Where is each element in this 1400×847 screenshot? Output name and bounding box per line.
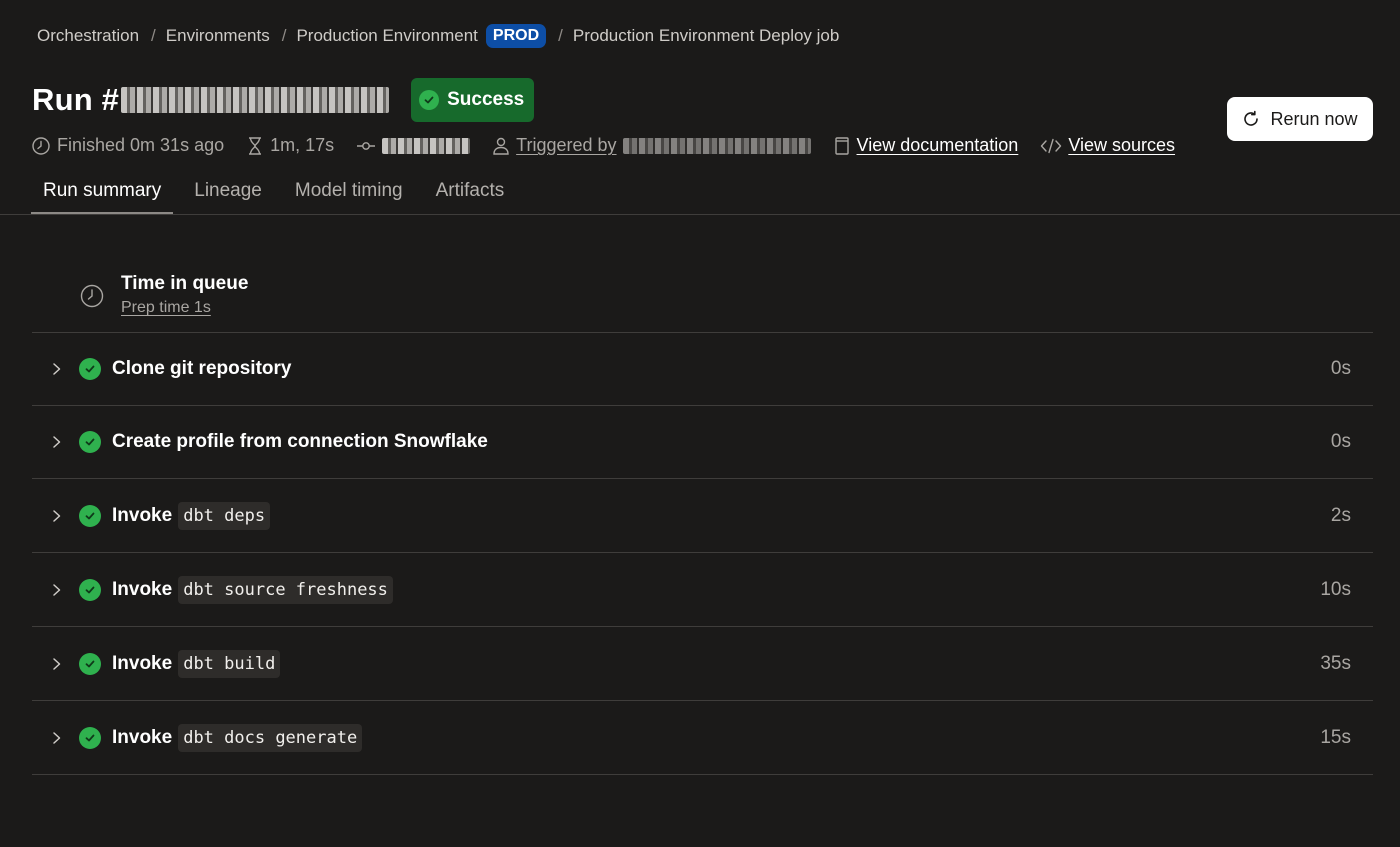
success-icon-wrap (79, 504, 101, 527)
step-command: dbt source freshness (178, 575, 393, 604)
step-label: Invoke dbt docs generate (112, 723, 363, 752)
breadcrumb-separator: / (281, 26, 287, 45)
success-icon-wrap (79, 431, 101, 453)
commit-sha-redacted (382, 137, 471, 154)
queue-text: Time in queue Prep time 1s (121, 273, 248, 317)
trigger-user-redacted (622, 137, 811, 154)
chevron-right-icon[interactable] (51, 657, 63, 671)
check-circle-icon (79, 652, 101, 675)
time-in-queue: Time in queue Prep time 1s (80, 273, 248, 317)
success-icon-wrap (79, 652, 101, 675)
status-badge: Success (411, 78, 535, 122)
step-duration: 2s (1330, 504, 1351, 526)
finished-text: Finished 0m 31s ago (57, 135, 225, 155)
run-steps: Clone git repository 0s Create profile f… (32, 332, 1373, 775)
queue-title: Time in queue (121, 273, 249, 294)
commit-meta (356, 136, 471, 156)
step-row[interactable]: Invoke dbt build 35s (32, 627, 1373, 701)
step-text: Clone git repository (112, 358, 292, 379)
refresh-icon (1244, 110, 1259, 126)
success-icon-wrap (79, 726, 101, 749)
chevron-right-icon[interactable] (51, 362, 63, 376)
check-circle-icon (419, 90, 440, 110)
step-duration: 0s (1330, 358, 1351, 379)
title-row: Run # Success (32, 78, 535, 122)
triggered-meta: Triggered by (492, 135, 811, 156)
step-text: Invoke (112, 578, 173, 600)
docs-meta: View documentation (833, 135, 1019, 156)
rerun-now-button[interactable]: Rerun now (1227, 97, 1373, 141)
tab-model-timing[interactable]: Model timing (283, 180, 415, 214)
duration-meta: 1m, 17s (246, 135, 334, 156)
step-text: Invoke (112, 504, 173, 526)
step-label: Clone git repository (112, 358, 291, 380)
step-row[interactable]: Invoke dbt deps 2s (32, 479, 1373, 553)
chevron-right-icon[interactable] (51, 509, 63, 523)
step-duration: 35s (1320, 652, 1351, 674)
breadcrumb-current-job[interactable]: Production Environment Deploy job (573, 26, 839, 46)
chevron-right-icon[interactable] (51, 435, 63, 449)
page-title: Run # (32, 82, 390, 118)
sources-meta: View sources (1040, 135, 1175, 156)
chevron-right-icon[interactable] (51, 583, 63, 597)
success-icon-wrap (79, 578, 101, 601)
status-label: Success (447, 89, 525, 110)
clock-icon (80, 284, 104, 308)
step-label: Invoke dbt deps (112, 501, 271, 530)
run-title-prefix: Run # (32, 82, 120, 117)
git-commit-icon (357, 141, 376, 150)
triggered-by-text[interactable]: Triggered by (516, 135, 616, 156)
check-circle-icon (79, 431, 101, 453)
step-label: Create profile from connection Snowflake (112, 431, 488, 453)
view-documentation-link[interactable]: View documentation (857, 135, 1019, 156)
step-row[interactable]: Invoke dbt docs generate 15s (32, 701, 1373, 775)
finished-meta: Finished 0m 31s ago (31, 135, 224, 156)
step-label: Invoke dbt build (112, 649, 281, 678)
step-command: dbt docs generate (178, 723, 363, 752)
breadcrumb-orchestration[interactable]: Orchestration (37, 26, 139, 46)
step-command: dbt deps (178, 501, 271, 530)
tab-lineage[interactable]: Lineage (182, 180, 274, 214)
breadcrumb-production-environment[interactable]: Production Environment (296, 26, 477, 46)
step-text: Invoke (112, 652, 173, 674)
check-circle-icon (79, 504, 101, 527)
step-text: Create profile from connection Snowflake (112, 431, 488, 452)
tabs-divider (0, 214, 1400, 215)
run-id-redacted (121, 87, 390, 113)
success-icon-wrap (79, 358, 101, 380)
step-command: dbt build (178, 649, 281, 678)
check-circle-icon (79, 726, 101, 749)
prep-time-link[interactable]: Prep time 1s (121, 299, 248, 317)
breadcrumb: Orchestration / Environments / Productio… (37, 24, 839, 48)
step-label: Invoke dbt source freshness (112, 575, 393, 604)
chevron-right-icon[interactable] (51, 731, 63, 745)
step-duration: 15s (1320, 726, 1351, 748)
tab-artifacts[interactable]: Artifacts (424, 180, 517, 214)
rerun-now-label: Rerun now (1270, 108, 1358, 129)
check-circle-icon (79, 358, 101, 380)
user-icon (493, 137, 509, 155)
breadcrumb-separator: / (151, 26, 156, 45)
book-icon (834, 136, 849, 155)
check-circle-icon (79, 578, 101, 601)
clock-icon (32, 136, 50, 155)
duration-text: 1m, 17s (270, 135, 335, 155)
breadcrumb-environments[interactable]: Environments (166, 26, 270, 46)
step-text: Invoke (112, 726, 173, 748)
step-duration: 0s (1330, 431, 1351, 452)
hourglass-icon (249, 136, 262, 155)
run-page: Orchestration / Environments / Productio… (0, 0, 1400, 847)
view-sources-link[interactable]: View sources (1068, 135, 1175, 156)
run-meta: Finished 0m 31s ago 1m, 17s Triggered by (31, 135, 1197, 156)
tab-run-summary[interactable]: Run summary (31, 180, 174, 214)
run-tabs: Run summary Lineage Model timing Artifac… (31, 180, 525, 214)
code-icon (1041, 138, 1062, 153)
step-row[interactable]: Clone git repository 0s (32, 333, 1373, 406)
env-badge: PROD (485, 24, 547, 48)
breadcrumb-separator: / (558, 26, 563, 45)
step-duration: 10s (1320, 578, 1351, 600)
step-row[interactable]: Invoke dbt source freshness 10s (32, 553, 1373, 627)
step-row[interactable]: Create profile from connection Snowflake… (32, 406, 1373, 479)
